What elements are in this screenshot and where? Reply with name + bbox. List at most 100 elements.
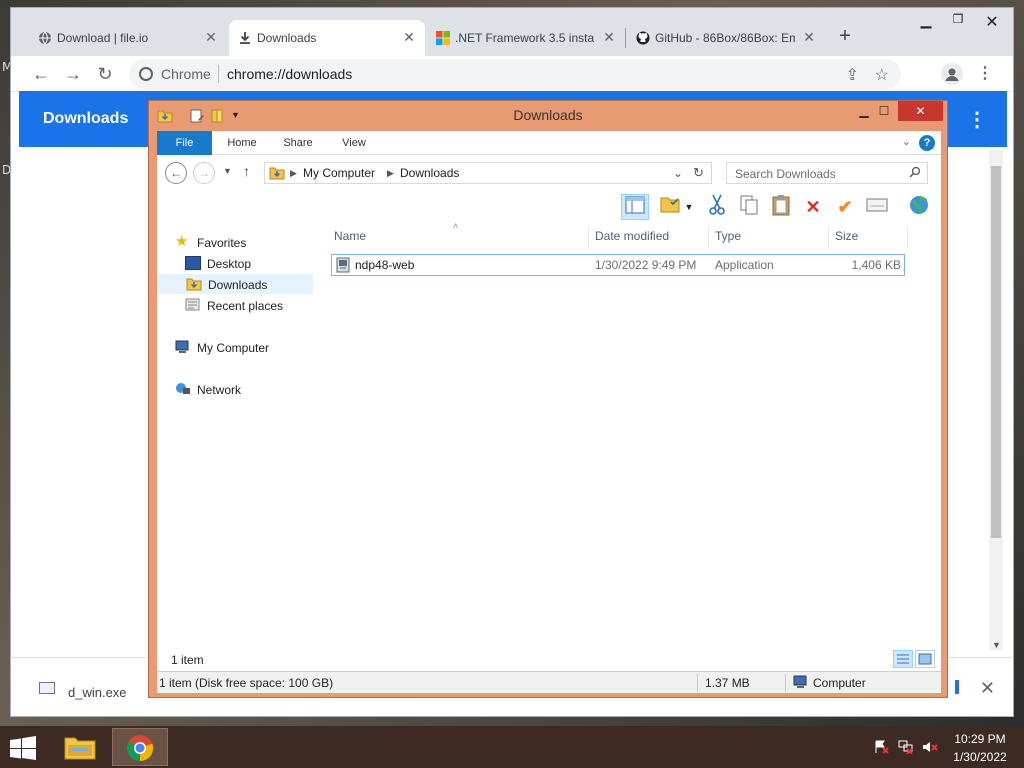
- address-bar[interactable]: Chrome chrome://downloads ⇪ ☆: [129, 59, 901, 89]
- nav-downloads[interactable]: Downloads: [157, 274, 313, 294]
- large-icons-view-icon[interactable]: [915, 650, 935, 668]
- volume-muted-icon[interactable]: [922, 740, 938, 754]
- profile-avatar-icon[interactable]: [941, 63, 963, 85]
- delete-icon[interactable]: ✕: [799, 194, 827, 220]
- explorer-content: ★ Favorites Desktop Downloads Recent pla…: [157, 221, 941, 647]
- network-status-icon[interactable]: [898, 740, 914, 755]
- share-icon[interactable]: ⇪: [846, 65, 859, 85]
- nav-my-computer[interactable]: My Computer: [175, 338, 325, 358]
- copy-icon[interactable]: [735, 194, 763, 220]
- column-header-type[interactable]: Type: [715, 229, 741, 243]
- scrollbar-thumb[interactable]: [991, 166, 1001, 538]
- nav-desktop[interactable]: Desktop: [185, 254, 325, 274]
- forward-arrow-icon[interactable]: →: [63, 64, 83, 84]
- back-arrow-icon[interactable]: ←: [165, 162, 187, 184]
- shelf-download-item[interactable]: d_win.exe: [68, 685, 127, 700]
- clock-time[interactable]: 10:29 PM: [948, 732, 1012, 746]
- network-icon: [175, 382, 191, 396]
- reload-icon[interactable]: ↻: [95, 64, 115, 84]
- close-window-icon[interactable]: ✕: [898, 101, 943, 121]
- details-view-icon[interactable]: [893, 650, 913, 668]
- tab-dotnet[interactable]: .NET Framework 3.5 insta ✕: [427, 20, 625, 56]
- tab-share[interactable]: Share: [275, 131, 321, 155]
- close-window-icon[interactable]: ✕: [977, 12, 1007, 32]
- tab-file[interactable]: File: [157, 131, 212, 155]
- address-row: ← → ▼ ↑ ▶ My Computer ▶ Downloads ⌄ ↻ Se…: [157, 155, 941, 191]
- github-icon: [635, 30, 651, 46]
- new-tab-button[interactable]: +: [834, 26, 856, 48]
- tab-view[interactable]: View: [331, 131, 377, 155]
- column-divider[interactable]: [708, 227, 709, 247]
- nav-favorites[interactable]: ★ Favorites: [175, 233, 325, 253]
- help-icon[interactable]: ?: [919, 135, 935, 151]
- properties-icon[interactable]: [863, 194, 891, 220]
- close-tab-icon[interactable]: ✕: [203, 29, 219, 45]
- status-items: 1 item (Disk free space: 100 GB): [159, 676, 334, 690]
- breadcrumb-downloads[interactable]: Downloads: [400, 166, 459, 180]
- column-divider[interactable]: [828, 227, 829, 247]
- ribbon-expand-chevron-icon[interactable]: ⌄: [902, 135, 911, 148]
- address-dropdown-chevron-icon[interactable]: ⌄: [673, 166, 683, 180]
- sort-indicator-icon: ˄: [453, 221, 459, 231]
- maximize-icon[interactable]: ❐: [943, 12, 973, 32]
- more-options-icon[interactable]: ⋮: [967, 107, 987, 132]
- breadcrumb-my-computer[interactable]: My Computer: [303, 166, 375, 180]
- recent-locations-chevron-icon[interactable]: ▼: [223, 166, 232, 176]
- column-divider[interactable]: [907, 227, 908, 247]
- desktop-icon: [185, 256, 201, 270]
- column-header-date-modified[interactable]: Date modified: [595, 229, 669, 243]
- tab-github[interactable]: GitHub - 86Box/86Box: Em ✕: [627, 20, 825, 56]
- back-arrow-icon[interactable]: ←: [31, 64, 51, 84]
- file-row[interactable]: ndp48-web 1/30/2022 9:49 PM Application …: [331, 254, 905, 276]
- maximize-icon[interactable]: ☐: [871, 101, 897, 121]
- column-header-size[interactable]: Size: [835, 229, 858, 243]
- internet-globe-icon[interactable]: [905, 194, 933, 220]
- tab-downloads[interactable]: Downloads ✕: [229, 20, 425, 56]
- chrome-taskbar-button[interactable]: [112, 728, 168, 766]
- file-name[interactable]: ndp48-web: [355, 258, 414, 272]
- browser-toolbar: ← → ↻ Chrome chrome://downloads ⇪ ☆ ⋮: [11, 56, 1013, 92]
- close-tab-icon[interactable]: ✕: [601, 29, 617, 45]
- chrome-logo-icon: [139, 67, 153, 81]
- chrome-menu-icon[interactable]: ⋮: [974, 63, 996, 85]
- tab-home[interactable]: Home: [219, 131, 265, 155]
- folder-download-icon: [269, 165, 285, 184]
- clock-date[interactable]: 1/30/2022: [948, 750, 1012, 764]
- scroll-down-icon[interactable]: ▼: [992, 640, 1001, 650]
- paste-icon[interactable]: [767, 194, 795, 220]
- column-divider[interactable]: [588, 227, 589, 247]
- item-count-bar: 1 item: [157, 647, 941, 671]
- close-tab-icon[interactable]: ✕: [401, 29, 417, 45]
- action-center-flag-icon[interactable]: [874, 740, 890, 754]
- refresh-icon[interactable]: ↻: [693, 165, 704, 181]
- minimize-icon[interactable]: ▁: [911, 12, 941, 32]
- close-tab-icon[interactable]: ✕: [801, 29, 817, 45]
- search-input[interactable]: Search Downloads: [726, 162, 928, 184]
- nav-network[interactable]: Network: [175, 380, 325, 400]
- tab-label: Downloads: [257, 31, 317, 45]
- explorer-titlebar[interactable]: ▼ Downloads ▁ ☐ ✕: [149, 101, 947, 131]
- up-arrow-icon[interactable]: ↑: [243, 163, 250, 179]
- nav-recent-places[interactable]: Recent places: [185, 296, 325, 316]
- preview-pane-icon[interactable]: [621, 194, 649, 220]
- taskbar: 10:29 PM 1/30/2022: [0, 726, 1024, 768]
- bookmark-star-icon[interactable]: ☆: [875, 65, 889, 85]
- forward-arrow-icon[interactable]: →: [193, 162, 215, 184]
- close-shelf-icon[interactable]: ✕: [980, 678, 995, 699]
- folder-options-chevron-icon[interactable]: ▼: [681, 194, 697, 220]
- omnibox-url[interactable]: chrome://downloads: [227, 66, 352, 82]
- rename-check-icon[interactable]: ✔: [831, 194, 859, 220]
- column-header-name[interactable]: Name: [334, 229, 366, 243]
- breadcrumb-separator-icon[interactable]: ▶: [290, 168, 297, 179]
- explorer-address-bar[interactable]: ▶ My Computer ▶ Downloads ⌄ ↻: [264, 162, 712, 184]
- executable-file-icon: [39, 682, 55, 694]
- page-scrollbar[interactable]: ▼: [989, 150, 1003, 650]
- cut-icon[interactable]: [703, 194, 731, 220]
- search-icon[interactable]: [909, 166, 921, 181]
- windows-start-icon[interactable]: [8, 736, 38, 760]
- recent-places-icon: [185, 298, 201, 312]
- breadcrumb-separator-icon[interactable]: ▶: [387, 168, 394, 179]
- file-explorer-taskbar-button[interactable]: [52, 728, 108, 766]
- tab-file-io[interactable]: Download | file.io ✕: [29, 20, 227, 56]
- tab-divider: [625, 28, 626, 48]
